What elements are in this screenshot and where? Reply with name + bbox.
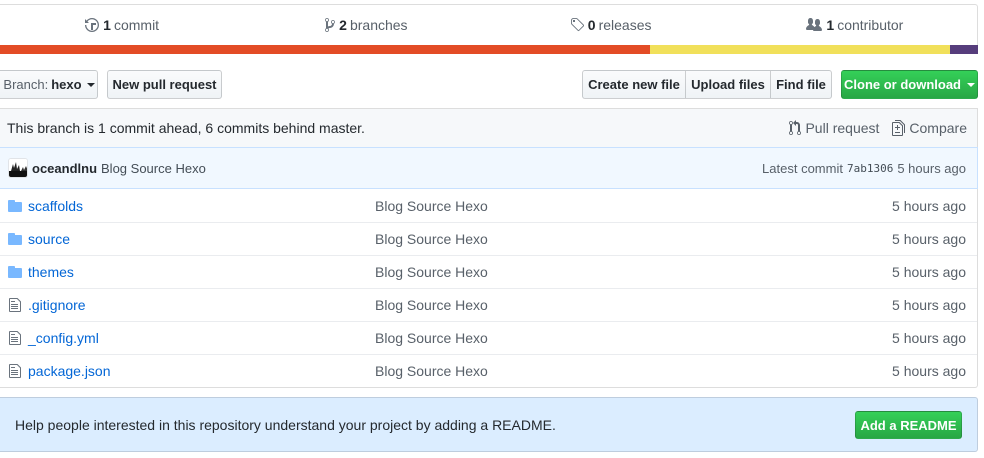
dropdown-caret-icon — [86, 82, 95, 87]
file-age: 5 hours ago — [892, 231, 966, 247]
language-bar[interactable] — [0, 45, 978, 54]
branch-select-value: hexo — [51, 77, 82, 92]
folder-icon — [8, 198, 22, 214]
branches-summary[interactable]: 2 branches — [244, 5, 488, 45]
compare-label: Compare — [909, 120, 967, 136]
commit-meta: Latest commit 7ab1306 5 hours ago — [762, 161, 977, 176]
commits-count: 1 — [103, 17, 111, 33]
branch-actions: Pull request Compare — [776, 120, 977, 136]
file-age: 5 hours ago — [892, 197, 966, 214]
file-icon — [8, 330, 22, 346]
file-commit-message[interactable]: Blog Source Hexo — [375, 231, 892, 247]
branch-select-button[interactable]: Branch: hexo — [0, 70, 98, 99]
contributors-label: contributor — [837, 17, 904, 33]
language-segment[interactable] — [949, 45, 978, 54]
branch-status-text: This branch is 1 commit ahead, 6 commits… — [7, 120, 365, 136]
people-icon — [806, 18, 823, 31]
file-commit-message[interactable]: Blog Source Hexo — [375, 264, 892, 280]
file-age: 5 hours ago — [892, 330, 966, 346]
file-commit-message[interactable]: Blog Source Hexo — [375, 330, 892, 346]
contributors-summary[interactable]: 1 contributor — [733, 5, 977, 45]
avatar[interactable] — [8, 158, 28, 178]
repo-summary: 1 commit 2 branches 0 releases 1 contrib… — [0, 4, 978, 45]
pull-request-link[interactable]: Pull request — [789, 120, 879, 136]
file-actions-group: Create new file Upload files Find file — [582, 70, 832, 99]
commit-sha[interactable]: 7ab1306 — [847, 162, 893, 175]
table-row: .gitignore Blog Source Hexo 5 hours ago — [0, 288, 977, 321]
releases-count: 0 — [587, 17, 596, 33]
commit-message[interactable]: Blog Source Hexo — [101, 161, 206, 176]
upload-files-button[interactable]: Upload files — [685, 70, 771, 99]
new-pull-request-button[interactable]: New pull request — [107, 70, 222, 99]
readme-prompt-text: Help people interested in this repositor… — [15, 416, 556, 433]
file-commit-message[interactable]: Blog Source Hexo — [375, 297, 892, 313]
file-name-link[interactable]: themes — [28, 264, 375, 280]
file-name-link[interactable]: package.json — [28, 363, 375, 379]
language-segment[interactable] — [0, 45, 651, 54]
commits-label: commit — [113, 17, 160, 33]
file-commit-message[interactable]: Blog Source Hexo — [375, 198, 892, 214]
find-file-button[interactable]: Find file — [770, 70, 832, 99]
file-name-link[interactable]: _config.yml — [28, 330, 375, 346]
table-row: package.json Blog Source Hexo 5 hours ago — [0, 354, 977, 387]
file-commit-message[interactable]: Blog Source Hexo — [375, 363, 892, 379]
history-icon — [85, 18, 100, 32]
releases-label: releases — [598, 17, 652, 33]
readme-prompt: Help people interested in this repositor… — [0, 397, 978, 452]
add-readme-button[interactable]: Add a README — [855, 411, 962, 439]
avatar-image-icon — [9, 159, 27, 177]
diff-icon — [892, 120, 906, 136]
latest-commit-prefix: Latest commit — [762, 160, 843, 176]
contributors-count: 1 — [826, 17, 835, 33]
file-name-link[interactable]: source — [28, 231, 375, 247]
branch-select-label: Branch: — [3, 77, 49, 92]
file-name-link[interactable]: scaffolds — [28, 198, 375, 214]
file-table: scaffolds Blog Source Hexo 5 hours ago sour… — [0, 189, 978, 388]
file-age: 5 hours ago — [892, 264, 966, 280]
file-icon — [8, 297, 22, 313]
clone-or-download-label: Clone or download — [844, 77, 961, 92]
table-row: _config.yml Blog Source Hexo 5 hours ago — [0, 321, 977, 354]
branches-count: 2 — [339, 17, 347, 33]
tag-icon — [570, 18, 584, 32]
table-row: scaffolds Blog Source Hexo 5 hours ago — [0, 189, 977, 222]
branch-status-bar: This branch is 1 commit ahead, 6 commits… — [0, 108, 978, 147]
table-row: themes Blog Source Hexo 5 hours ago — [0, 255, 977, 288]
file-age: 5 hours ago — [892, 297, 966, 313]
releases-summary[interactable]: 0 releases — [489, 5, 733, 45]
language-segment[interactable] — [650, 45, 950, 54]
pull-request-label: Pull request — [805, 120, 880, 136]
create-new-file-button[interactable]: Create new file — [582, 70, 686, 99]
compare-link[interactable]: Compare — [892, 120, 967, 136]
commits-summary[interactable]: 1 commit — [0, 5, 244, 45]
dropdown-caret-icon — [967, 82, 975, 87]
clone-or-download-button[interactable]: Clone or download — [841, 70, 978, 99]
file-age: 5 hours ago — [892, 363, 966, 379]
git-pull-request-icon — [789, 120, 802, 135]
latest-commit-bar: oceandlnu Blog Source Hexo Latest commit… — [0, 147, 978, 189]
file-name-link[interactable]: .gitignore — [28, 297, 375, 313]
commit-age: 5 hours ago — [897, 160, 966, 176]
folder-icon — [8, 264, 22, 280]
branches-label: branches — [349, 17, 408, 33]
folder-icon — [8, 231, 22, 247]
table-row: source Blog Source Hexo 5 hours ago — [0, 222, 977, 255]
branch-icon — [325, 17, 336, 32]
commit-author[interactable]: oceandlnu — [32, 161, 97, 176]
file-icon — [8, 363, 22, 379]
